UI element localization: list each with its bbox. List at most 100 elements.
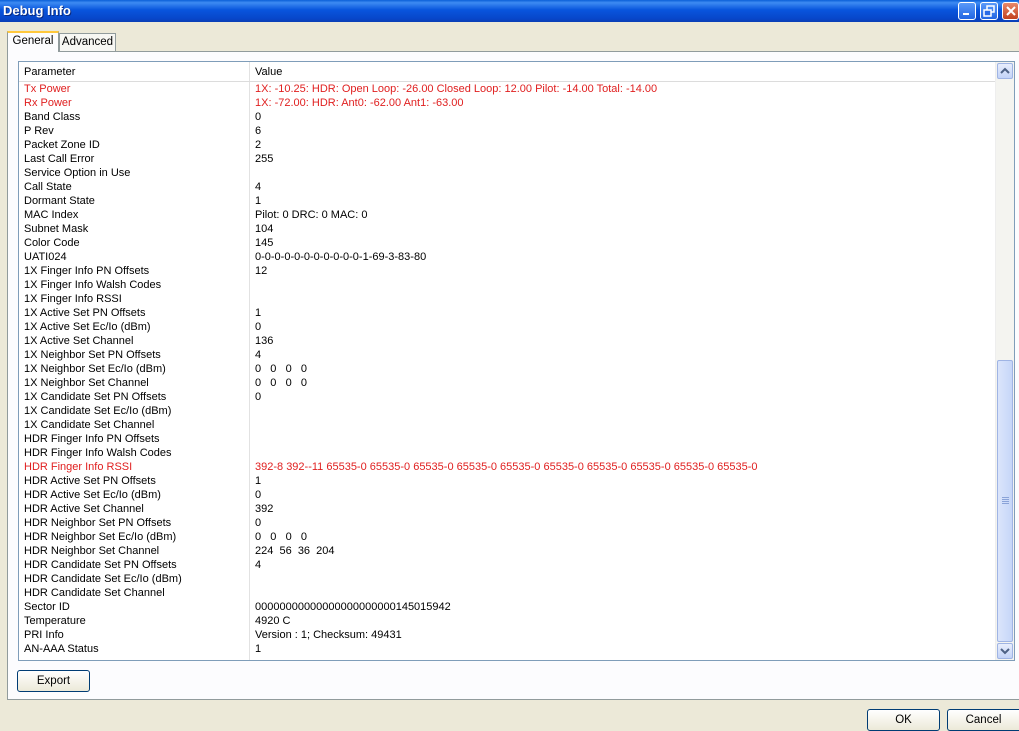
tab-advanced-label: Advanced xyxy=(61,36,114,48)
table-row[interactable]: 1X Neighbor Set PN Offsets 4 xyxy=(19,348,996,362)
table-row[interactable]: HDR Candidate Set Ec/Io (dBm) xyxy=(19,572,996,586)
row-parameter: 1X Candidate Set Channel xyxy=(24,419,155,431)
table-row[interactable]: 1X Finger Info PN Offsets 12 xyxy=(19,264,996,278)
table-row[interactable]: P Rev 6 xyxy=(19,124,996,138)
table-row[interactable]: Call State 4 xyxy=(19,180,996,194)
table-row[interactable]: 1X Candidate Set PN Offsets 0 xyxy=(19,390,996,404)
header-parameter[interactable]: Parameter xyxy=(24,66,75,78)
table-row[interactable]: 1X Active Set Ec/Io (dBm) 0 xyxy=(19,320,996,334)
row-value: 6 xyxy=(255,125,262,137)
table-row[interactable]: Temperature 4920 C xyxy=(19,614,996,628)
table-row[interactable]: Dormant State 1 xyxy=(19,194,996,208)
table-row[interactable]: HDR Finger Info PN Offsets xyxy=(19,432,996,446)
row-value: 392 xyxy=(255,503,274,515)
row-parameter: Tx Power xyxy=(24,83,71,95)
table-row[interactable]: HDR Finger Info Walsh Codes xyxy=(19,446,996,460)
table-row[interactable]: HDR Neighbor Set Ec/Io (dBm) 0 0 0 0 xyxy=(19,530,996,544)
table-row[interactable]: Packet Zone ID 2 xyxy=(19,138,996,152)
row-parameter: HDR Neighbor Set PN Offsets xyxy=(24,517,172,529)
row-parameter: Color Code xyxy=(24,237,80,249)
table-row[interactable]: UATI024 0-0-0-0-0-0-0-0-0-0-0-1-69-3-83-8… xyxy=(19,250,996,264)
row-value: 1 xyxy=(255,475,262,487)
table-row[interactable]: 1X Finger Info RSSI xyxy=(19,292,996,306)
table-row[interactable]: AN-AAA Status 1 xyxy=(19,642,996,656)
table-row[interactable]: Tx Power 1X: -10.25: HDR: Open Loop: -26.… xyxy=(19,82,996,96)
row-value: 1X: -10.25: HDR: Open Loop: -26.00 Close… xyxy=(255,83,658,95)
row-parameter: Sector ID xyxy=(24,601,70,613)
row-value: 104 xyxy=(255,223,274,235)
row-parameter: 1X Candidate Set PN Offsets xyxy=(24,391,167,403)
row-value: 1X: -72.00: HDR: Ant0: -62.00 Ant1: -63.… xyxy=(255,97,464,109)
row-parameter: UATI024 xyxy=(24,251,67,263)
table-row[interactable]: Rx Power 1X: -72.00: HDR: Ant0: -62.00 An… xyxy=(19,96,996,110)
row-parameter: 1X Active Set Channel xyxy=(24,335,134,347)
table-row[interactable]: HDR Candidate Set PN Offsets 4 xyxy=(19,558,996,572)
row-parameter: 1X Neighbor Set Ec/Io (dBm) xyxy=(24,363,166,375)
table-row[interactable]: 1X Neighbor Set Ec/Io (dBm) 0 0 0 0 xyxy=(19,362,996,376)
tab-general-label: General xyxy=(12,35,54,47)
row-parameter: Temperature xyxy=(24,615,86,627)
table-row[interactable]: Subnet Mask 104 xyxy=(19,222,996,236)
table-row[interactable]: 1X Active Set Channel 136 xyxy=(19,334,996,348)
row-value: 2 xyxy=(255,139,262,151)
scroll-up-button[interactable] xyxy=(997,63,1013,79)
row-value: 4 xyxy=(255,559,262,571)
table-row[interactable]: Sector ID 0000000000000000000000014501594… xyxy=(19,600,996,614)
scrollbar-thumb[interactable] xyxy=(997,360,1013,642)
row-parameter: Service Option in Use xyxy=(24,167,131,179)
row-parameter: 1X Active Set Ec/Io (dBm) xyxy=(24,321,151,333)
table-row[interactable]: HDR Active Set PN Offsets 1 xyxy=(19,474,996,488)
row-value: 0 xyxy=(255,517,262,529)
close-icon xyxy=(1006,6,1016,16)
row-parameter: Dormant State xyxy=(24,195,95,207)
title-bar[interactable]: Debug Info xyxy=(0,0,1019,22)
table-row[interactable]: 1X Finger Info Walsh Codes xyxy=(19,278,996,292)
row-parameter: HDR Candidate Set PN Offsets xyxy=(24,559,177,571)
header-value[interactable]: Value xyxy=(255,66,282,78)
table-row[interactable]: HDR Active Set Ec/Io (dBm) 0 xyxy=(19,488,996,502)
row-parameter: Rx Power xyxy=(24,97,72,109)
table-row[interactable]: HDR Neighbor Set Channel 224 56 36 204 xyxy=(19,544,996,558)
tab-advanced[interactable]: Advanced xyxy=(59,33,116,52)
row-value: Pilot: 0 DRC: 0 MAC: 0 xyxy=(255,209,368,221)
table-row[interactable]: PRI Info Version : 1; Checksum: 49431 xyxy=(19,628,996,642)
table-row[interactable]: HDR Active Set Channel 392 xyxy=(19,502,996,516)
row-value: 145 xyxy=(255,237,274,249)
table-row[interactable]: 1X Neighbor Set Channel 0 0 0 0 xyxy=(19,376,996,390)
row-value: 0-0-0-0-0-0-0-0-0-0-0-1-69-3-83-80 xyxy=(255,251,427,263)
table-row[interactable]: Service Option in Use xyxy=(19,166,996,180)
scroll-down-button[interactable] xyxy=(997,643,1013,659)
row-value: 4920 C xyxy=(255,615,291,627)
close-button[interactable] xyxy=(1002,2,1019,20)
table-row[interactable]: 1X Candidate Set Channel xyxy=(19,418,996,432)
table-row[interactable]: 1X Active Set PN Offsets 1 xyxy=(19,306,996,320)
row-value: 255 xyxy=(255,153,274,165)
table-row[interactable]: Band Class 0 xyxy=(19,110,996,124)
table-row[interactable]: HDR Candidate Set Channel xyxy=(19,586,996,600)
debug-info-table[interactable]: Parameter Value Tx Power 1X: -10.25: HDR:… xyxy=(18,61,1015,661)
restore-button[interactable] xyxy=(980,2,998,20)
row-value: 12 xyxy=(255,265,268,277)
table-row[interactable]: Color Code 145 xyxy=(19,236,996,250)
row-parameter: Subnet Mask xyxy=(24,223,89,235)
row-parameter: AN-AAA Status xyxy=(24,643,99,655)
table-row[interactable]: MAC Index Pilot: 0 DRC: 0 MAC: 0 xyxy=(19,208,996,222)
row-value: 00000000000000000000000145015942 xyxy=(255,601,451,613)
row-parameter: Call State xyxy=(24,181,72,193)
chevron-down-icon xyxy=(1000,648,1010,655)
table-row[interactable]: 1X Candidate Set Ec/Io (dBm) xyxy=(19,404,996,418)
cancel-button[interactable]: Cancel xyxy=(947,709,1019,731)
minimize-button[interactable] xyxy=(958,2,976,20)
row-value: 0 xyxy=(255,111,262,123)
row-parameter: HDR Active Set Ec/Io (dBm) xyxy=(24,489,161,501)
export-button[interactable]: Export xyxy=(17,670,90,692)
ok-button[interactable]: OK xyxy=(867,709,940,731)
table-row[interactable]: Last Call Error 255 xyxy=(19,152,996,166)
table-header: Parameter Value xyxy=(19,62,996,82)
row-parameter: MAC Index xyxy=(24,209,79,221)
table-row[interactable]: HDR Neighbor Set PN Offsets 0 xyxy=(19,516,996,530)
table-row[interactable]: HDR Finger Info RSSI 392-8 392--11 65535-… xyxy=(19,460,996,474)
vertical-scrollbar[interactable] xyxy=(995,62,1014,660)
row-parameter: Last Call Error xyxy=(24,153,95,165)
tab-general[interactable]: General xyxy=(7,31,59,52)
